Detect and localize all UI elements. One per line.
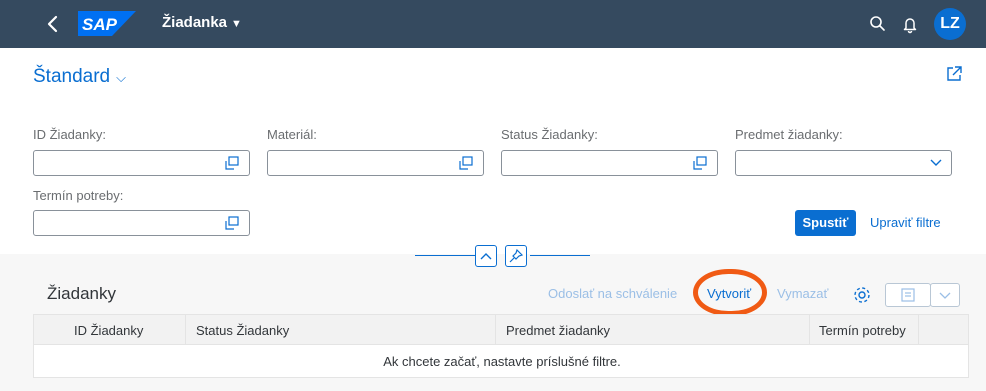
material-input[interactable] xyxy=(267,150,484,176)
table-title: Žiadanky xyxy=(47,284,116,303)
sap-logo: SAP xyxy=(78,11,136,36)
chevron-down-icon xyxy=(939,292,951,299)
column-separator xyxy=(495,315,496,346)
variant-selector[interactable]: Štandard ⌵ xyxy=(33,66,126,88)
user-avatar[interactable]: LZ xyxy=(934,8,966,40)
collapse-header-button[interactable] xyxy=(475,245,497,267)
filter-label-subject: Predmet žiadanky: xyxy=(735,127,843,142)
gear-icon xyxy=(854,287,870,303)
highlight-annotation xyxy=(693,269,767,316)
app-title: Žiadanka xyxy=(162,14,228,31)
filter-label-material: Materiál: xyxy=(267,127,317,142)
go-button[interactable]: Spustiť xyxy=(795,210,856,236)
bell-icon xyxy=(903,18,917,34)
column-separator xyxy=(809,315,810,346)
column-separator xyxy=(185,315,186,346)
pin-icon xyxy=(509,248,524,263)
filter-label-id: ID Žiadanky: xyxy=(33,127,106,142)
variant-name: Štandard xyxy=(33,66,111,87)
share-icon xyxy=(947,66,962,81)
shell-bar: SAP Žiadanka ▼ LZ xyxy=(0,0,986,48)
column-header-id[interactable]: ID Žiadanky xyxy=(74,315,143,346)
notifications-button[interactable] xyxy=(898,12,922,36)
back-icon xyxy=(47,15,58,33)
filter-label-due-date: Termín potreby: xyxy=(33,188,124,203)
empty-table-message: Ak chcete začať, nastavte príslušné filt… xyxy=(383,354,621,369)
export-button[interactable] xyxy=(885,283,931,307)
chevron-down-icon: ⌵ xyxy=(116,70,126,85)
column-header-subject[interactable]: Predmet žiadanky xyxy=(506,315,610,346)
table-header: ID Žiadanky Status Žiadanky Predmet žiad… xyxy=(33,314,969,346)
value-help-icon[interactable] xyxy=(225,216,239,230)
send-for-approval-button[interactable]: Odoslať na schválenie xyxy=(548,283,677,305)
export-icon xyxy=(901,288,915,302)
column-header-due-date[interactable]: Termín potreby xyxy=(819,315,906,346)
subject-select[interactable] xyxy=(735,150,952,176)
id-input[interactable] xyxy=(33,150,250,176)
pin-header-button[interactable] xyxy=(505,245,527,267)
column-header-status[interactable]: Status Žiadanky xyxy=(196,315,289,346)
caret-down-icon: ▼ xyxy=(231,18,242,30)
table-settings-button[interactable] xyxy=(850,283,874,307)
share-button[interactable] xyxy=(944,64,964,84)
search-icon xyxy=(870,16,885,31)
due-date-input[interactable] xyxy=(33,210,250,236)
search-button[interactable] xyxy=(866,12,890,36)
chevron-down-icon[interactable] xyxy=(929,155,943,169)
chevron-up-icon xyxy=(480,253,492,260)
value-help-icon[interactable] xyxy=(693,156,707,170)
table-body: Ak chcete začať, nastavte príslušné filt… xyxy=(33,345,969,378)
value-help-icon[interactable] xyxy=(459,156,473,170)
column-separator xyxy=(918,315,919,346)
value-help-icon[interactable] xyxy=(225,156,239,170)
back-button[interactable] xyxy=(40,10,66,38)
adapt-filters-link[interactable]: Upraviť filtre xyxy=(870,210,941,236)
status-input[interactable] xyxy=(501,150,718,176)
divider-left xyxy=(415,255,475,256)
app-title-menu[interactable]: Žiadanka ▼ xyxy=(162,14,242,31)
export-menu-button[interactable] xyxy=(930,283,960,307)
delete-button[interactable]: Vymazať xyxy=(777,283,828,305)
svg-text:SAP: SAP xyxy=(82,15,118,34)
divider-right xyxy=(530,255,590,256)
filter-label-status: Status Žiadanky: xyxy=(501,127,598,142)
